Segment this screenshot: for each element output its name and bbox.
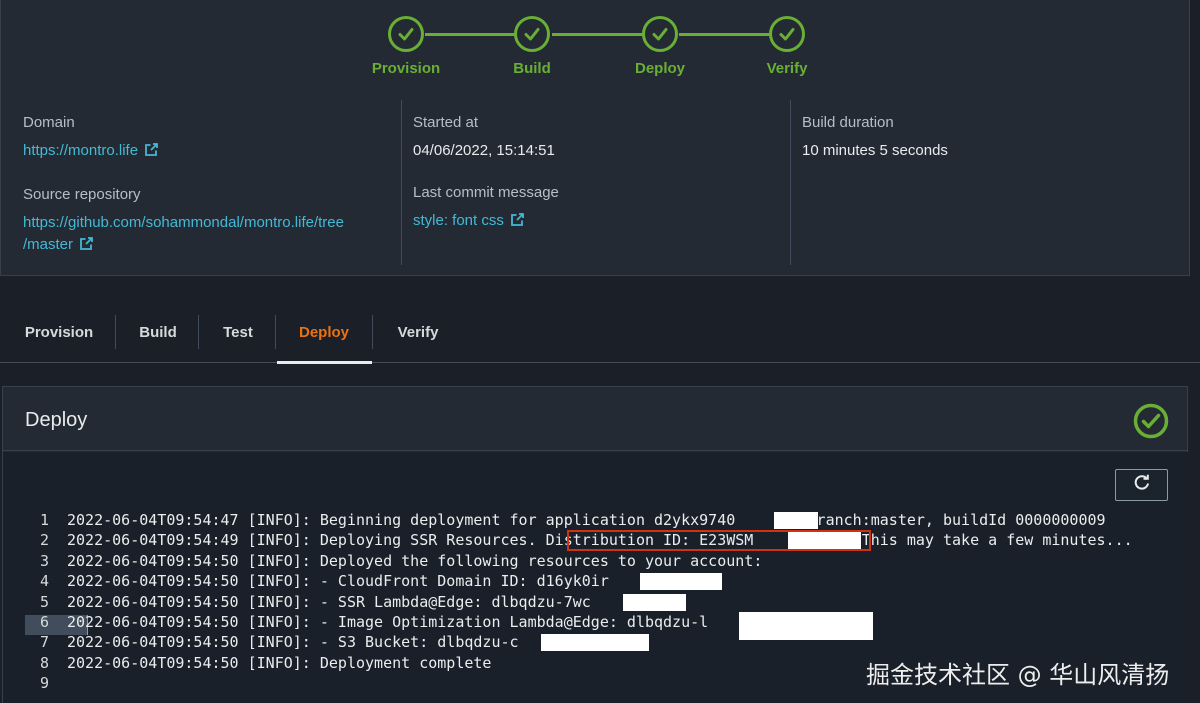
tab-provision[interactable]: Provision (22, 316, 96, 349)
watermark: 掘金技术社区 @ 华山风清扬 (866, 661, 1170, 689)
line-number: 9 (39, 674, 49, 693)
tab-divider (198, 315, 199, 349)
domain-link[interactable]: https://montro.life (23, 142, 138, 159)
line-number: 4 (39, 572, 49, 591)
phase-tabs: Provision Build Test Deploy Verify (0, 302, 1200, 364)
distribution-id-highlight (567, 530, 871, 552)
log-line: 7 2022-06-04T09:54:50 [INFO]: - S3 Bucket… (3, 632, 1133, 652)
log-text: 2022-06-04T09:54:50 [INFO]: - CloudFront… (67, 572, 609, 591)
refresh-icon (1133, 474, 1151, 497)
tab-build[interactable]: Build (134, 316, 182, 349)
line-number: 2 (39, 531, 49, 550)
log-text: 2022-06-04T09:54:50 [INFO]: Deployment c… (67, 653, 492, 672)
info-column-duration: Build duration 10 minutes 5 seconds (790, 100, 1190, 265)
log-line: 2 2022-06-04T09:54:49 [INFO]: Deploying S… (3, 530, 1133, 552)
last-commit-link[interactable]: style: font css (413, 212, 504, 229)
source-repository-link[interactable]: https://github.com/sohammondal/montro.li… (23, 214, 344, 253)
line-number: 8 (39, 653, 49, 672)
active-tab-indicator (277, 361, 372, 364)
source-repository-link-line-2[interactable]: /master (23, 236, 73, 253)
line-number: 5 (39, 592, 49, 611)
redaction-box (623, 593, 686, 611)
source-repository-label: Source repository (23, 186, 141, 203)
domain-row: https://montro.life (23, 140, 401, 164)
step-label: Deploy (634, 60, 685, 77)
refresh-button[interactable] (1115, 469, 1168, 501)
build-summary-panel: Provision Build Deploy Verify Domain htt… (0, 0, 1190, 276)
build-duration-label: Build duration (802, 114, 894, 131)
line-number: 1 (39, 511, 49, 529)
line-number: 6 (39, 612, 49, 631)
line-number: 3 (39, 551, 49, 570)
step-deploy: Deploy (625, 16, 695, 77)
log-text: 2022-06-04T09:54:50 [INFO]: - S3 Bucket:… (67, 633, 519, 652)
source-repository-row: https://github.com/sohammondal/montro.li… (23, 212, 401, 258)
redaction-box (774, 512, 818, 529)
external-link-icon[interactable] (144, 142, 159, 164)
redaction-box (541, 634, 649, 652)
check-circle-icon (388, 16, 424, 52)
source-repository-link-line-1[interactable]: https://github.com/sohammondal/montro.li… (23, 214, 344, 231)
deploy-panel-header: Deploy (3, 387, 1187, 451)
tab-verify[interactable]: Verify (392, 316, 444, 349)
line-number: 7 (39, 633, 49, 652)
step-label: Verify (766, 60, 808, 77)
started-at-label: Started at (413, 114, 479, 131)
tab-divider (275, 315, 276, 349)
step-verify: Verify (752, 16, 822, 77)
check-circle-icon (769, 16, 805, 52)
tab-test[interactable]: Test (218, 316, 258, 349)
deploy-title: Deploy (25, 409, 88, 431)
step-build: Build (497, 16, 567, 77)
log-text: 2022-06-04T09:54:50 [INFO]: Deployed the… (67, 551, 763, 570)
step-provision: Provision (371, 16, 441, 77)
last-commit-label: Last commit message (413, 184, 559, 201)
step-label: Provision (371, 60, 441, 77)
info-column-started: Started at 04/06/2022, 15:14:51 Last com… (401, 100, 790, 265)
build-duration-value: 10 minutes 5 seconds (802, 142, 948, 159)
tab-divider (115, 315, 116, 349)
redaction-box (640, 573, 722, 591)
log-line: 6 2022-06-04T09:54:50 [INFO]: - Image Opt… (3, 611, 1133, 640)
pipeline-stepper: Provision Build Deploy Verify (371, 16, 821, 80)
log-line: 1 2022-06-04T09:54:47 [INFO]: Beginning d… (3, 510, 1133, 530)
step-label: Build (513, 60, 551, 77)
tab-divider (372, 315, 373, 349)
started-at-value: 04/06/2022, 15:14:51 (413, 142, 555, 159)
external-link-icon[interactable] (79, 236, 94, 258)
log-line: 5 2022-06-04T09:54:50 [INFO]: - SSR Lambd… (3, 592, 1133, 612)
external-link-icon[interactable] (510, 212, 525, 234)
success-check-icon (1133, 403, 1169, 444)
log-line: 3 2022-06-04T09:54:50 [INFO]: Deployed th… (3, 551, 1133, 571)
last-commit-row: style: font css (413, 210, 790, 234)
log-text: 2022-06-04T09:54:50 [INFO]: - SSR Lambda… (67, 592, 591, 611)
tab-deploy[interactable]: Deploy (294, 316, 354, 349)
check-circle-icon (642, 16, 678, 52)
log-text: 2022-06-04T09:54:50 [INFO]: - Image Opti… (67, 612, 709, 631)
check-circle-icon (514, 16, 550, 52)
log-line: 4 2022-06-04T09:54:50 [INFO]: - CloudFron… (3, 571, 1133, 591)
domain-label: Domain (23, 114, 75, 131)
log-text: 2022-06-04T09:54:47 [INFO]: Beginning de… (67, 511, 1106, 529)
info-column-domain: Domain https://montro.life Source reposi… (23, 100, 401, 265)
